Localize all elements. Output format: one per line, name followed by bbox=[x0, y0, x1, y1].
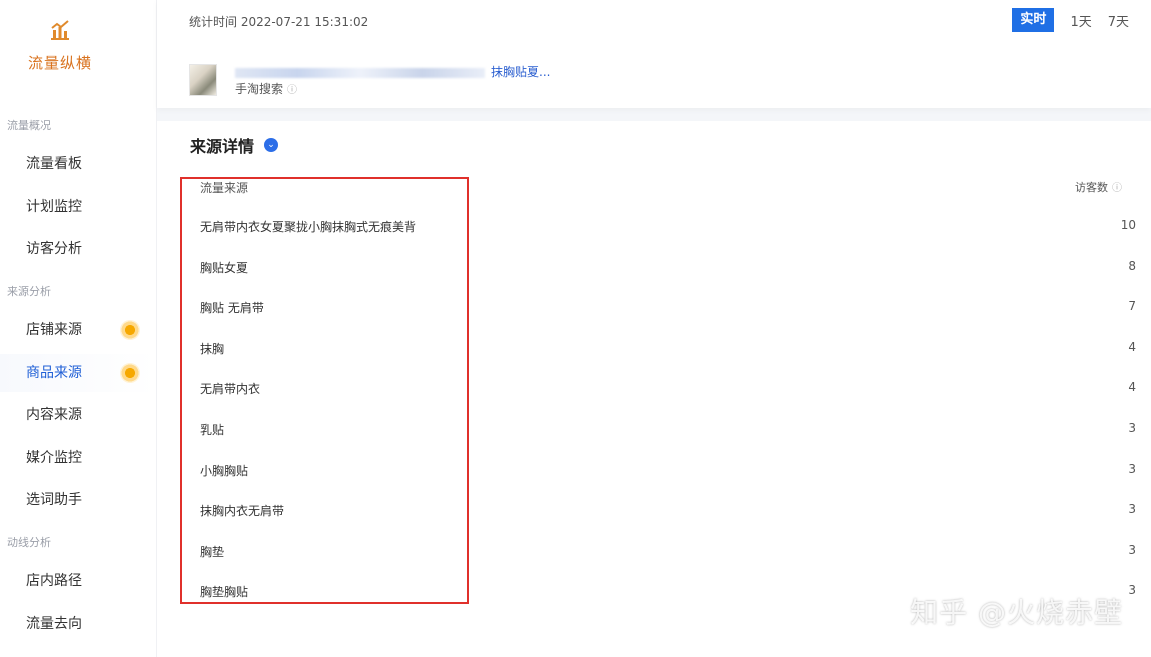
product-thumbnail[interactable] bbox=[189, 64, 217, 96]
visitor-count: 3 bbox=[1128, 421, 1136, 435]
nav-item-content-source[interactable]: 内容来源 bbox=[0, 396, 156, 434]
column-header-visitors-label: 访客数 bbox=[1075, 181, 1108, 194]
section-title-flow: 动线分析 bbox=[7, 536, 51, 549]
nav-item-label: 访客分析 bbox=[26, 241, 82, 257]
info-icon[interactable]: ⓘ bbox=[287, 82, 297, 100]
nav-item-label: 商品来源 bbox=[26, 365, 82, 381]
product-title-suffix: 抹胸贴夏... bbox=[491, 65, 551, 79]
nav-item-label: 内容来源 bbox=[26, 407, 82, 423]
visitor-count: 7 bbox=[1128, 299, 1136, 313]
blurred-title-text bbox=[235, 67, 485, 78]
detail-header: 来源详情 ⌄ bbox=[190, 133, 279, 157]
tab-realtime[interactable]: 实时 bbox=[1012, 8, 1055, 32]
visitor-count: 3 bbox=[1128, 543, 1136, 557]
visitor-count: 4 bbox=[1128, 380, 1136, 394]
nav-item-label: 计划监控 bbox=[26, 199, 82, 215]
visitor-count: 3 bbox=[1128, 502, 1136, 516]
nav-item-traffic-board[interactable]: 流量看板 bbox=[0, 145, 156, 183]
tab-1-day[interactable]: 1天 bbox=[1070, 11, 1091, 30]
column-header-visitors[interactable]: 访客数 ⓘ bbox=[1075, 179, 1122, 195]
visitor-count: 3 bbox=[1128, 462, 1136, 476]
brand: 流量纵横 bbox=[0, 18, 120, 73]
visitor-count: 10 bbox=[1120, 218, 1136, 232]
visitor-count: 4 bbox=[1128, 340, 1136, 354]
nav-item-label: 媒介监控 bbox=[26, 450, 82, 466]
main-content: 统计时间 2022-07-21 15:31:02 实时 1天 7天 抹胸贴夏..… bbox=[157, 0, 1151, 657]
nav-item-visitor-analysis[interactable]: 访客分析 bbox=[0, 230, 156, 268]
nav-item-label: 店铺来源 bbox=[26, 322, 82, 338]
source-detail-card: 来源详情 ⌄ 流量来源 访客数 ⓘ 无肩带内衣女夏聚拢小胸抹胸式无痕美背 10 胸贴… bbox=[157, 121, 1151, 657]
nav-item-plan-monitor[interactable]: 计划监控 bbox=[0, 188, 156, 226]
app-root: 流量纵横 流量概况 流量看板 计划监控 访客分析 来源分析 店铺来源 商品来源 … bbox=[0, 0, 1151, 657]
watermark: 知乎 @火烧赤壁 bbox=[910, 596, 1123, 629]
visitor-count: 8 bbox=[1128, 259, 1136, 273]
nav-item-label: 流量看板 bbox=[26, 156, 82, 172]
red-highlight-box bbox=[180, 177, 469, 604]
chart-logo-icon bbox=[51, 20, 69, 40]
nav-item-label: 店内路径 bbox=[26, 573, 82, 589]
new-dot-icon bbox=[120, 363, 140, 383]
nav-item-label: 选词助手 bbox=[26, 492, 82, 508]
section-title-source: 来源分析 bbox=[7, 285, 51, 298]
visitor-count: 3 bbox=[1128, 583, 1136, 597]
stat-time: 统计时间 2022-07-21 15:31:02 bbox=[189, 15, 369, 29]
brand-title: 流量纵横 bbox=[27, 54, 92, 72]
tab-7-days[interactable]: 7天 bbox=[1108, 11, 1129, 30]
info-icon[interactable]: ⓘ bbox=[1112, 179, 1122, 194]
nav-item-product-source[interactable]: 商品来源 bbox=[0, 354, 156, 392]
product-title-link[interactable]: 抹胸贴夏... bbox=[235, 64, 550, 80]
nav-item-keyword-helper[interactable]: 选词助手 bbox=[0, 481, 156, 519]
nav-item-shop-source[interactable]: 店铺来源 bbox=[0, 311, 156, 349]
nav-item-label: 流量去向 bbox=[26, 616, 82, 632]
product-source-label: 手淘搜索 bbox=[235, 82, 284, 96]
new-dot-icon bbox=[120, 320, 140, 340]
nav-item-traffic-destination[interactable]: 流量去向 bbox=[0, 605, 156, 643]
product-info: 抹胸贴夏... 手淘搜索 ⓘ bbox=[189, 64, 550, 100]
expand-down-icon[interactable]: ⌄ bbox=[264, 138, 279, 152]
nav-item-in-store-path[interactable]: 店内路径 bbox=[0, 562, 156, 600]
range-tabs: 实时 1天 7天 bbox=[1012, 8, 1129, 32]
section-title-overview: 流量概况 bbox=[7, 119, 51, 132]
product-summary-card: 统计时间 2022-07-21 15:31:02 实时 1天 7天 抹胸贴夏..… bbox=[157, 0, 1151, 108]
detail-title: 来源详情 bbox=[190, 137, 255, 156]
sidebar: 流量纵横 流量概况 流量看板 计划监控 访客分析 来源分析 店铺来源 商品来源 … bbox=[0, 0, 157, 657]
nav-item-media-monitor[interactable]: 媒介监控 bbox=[0, 439, 156, 477]
product-source: 手淘搜索 ⓘ bbox=[235, 80, 550, 100]
